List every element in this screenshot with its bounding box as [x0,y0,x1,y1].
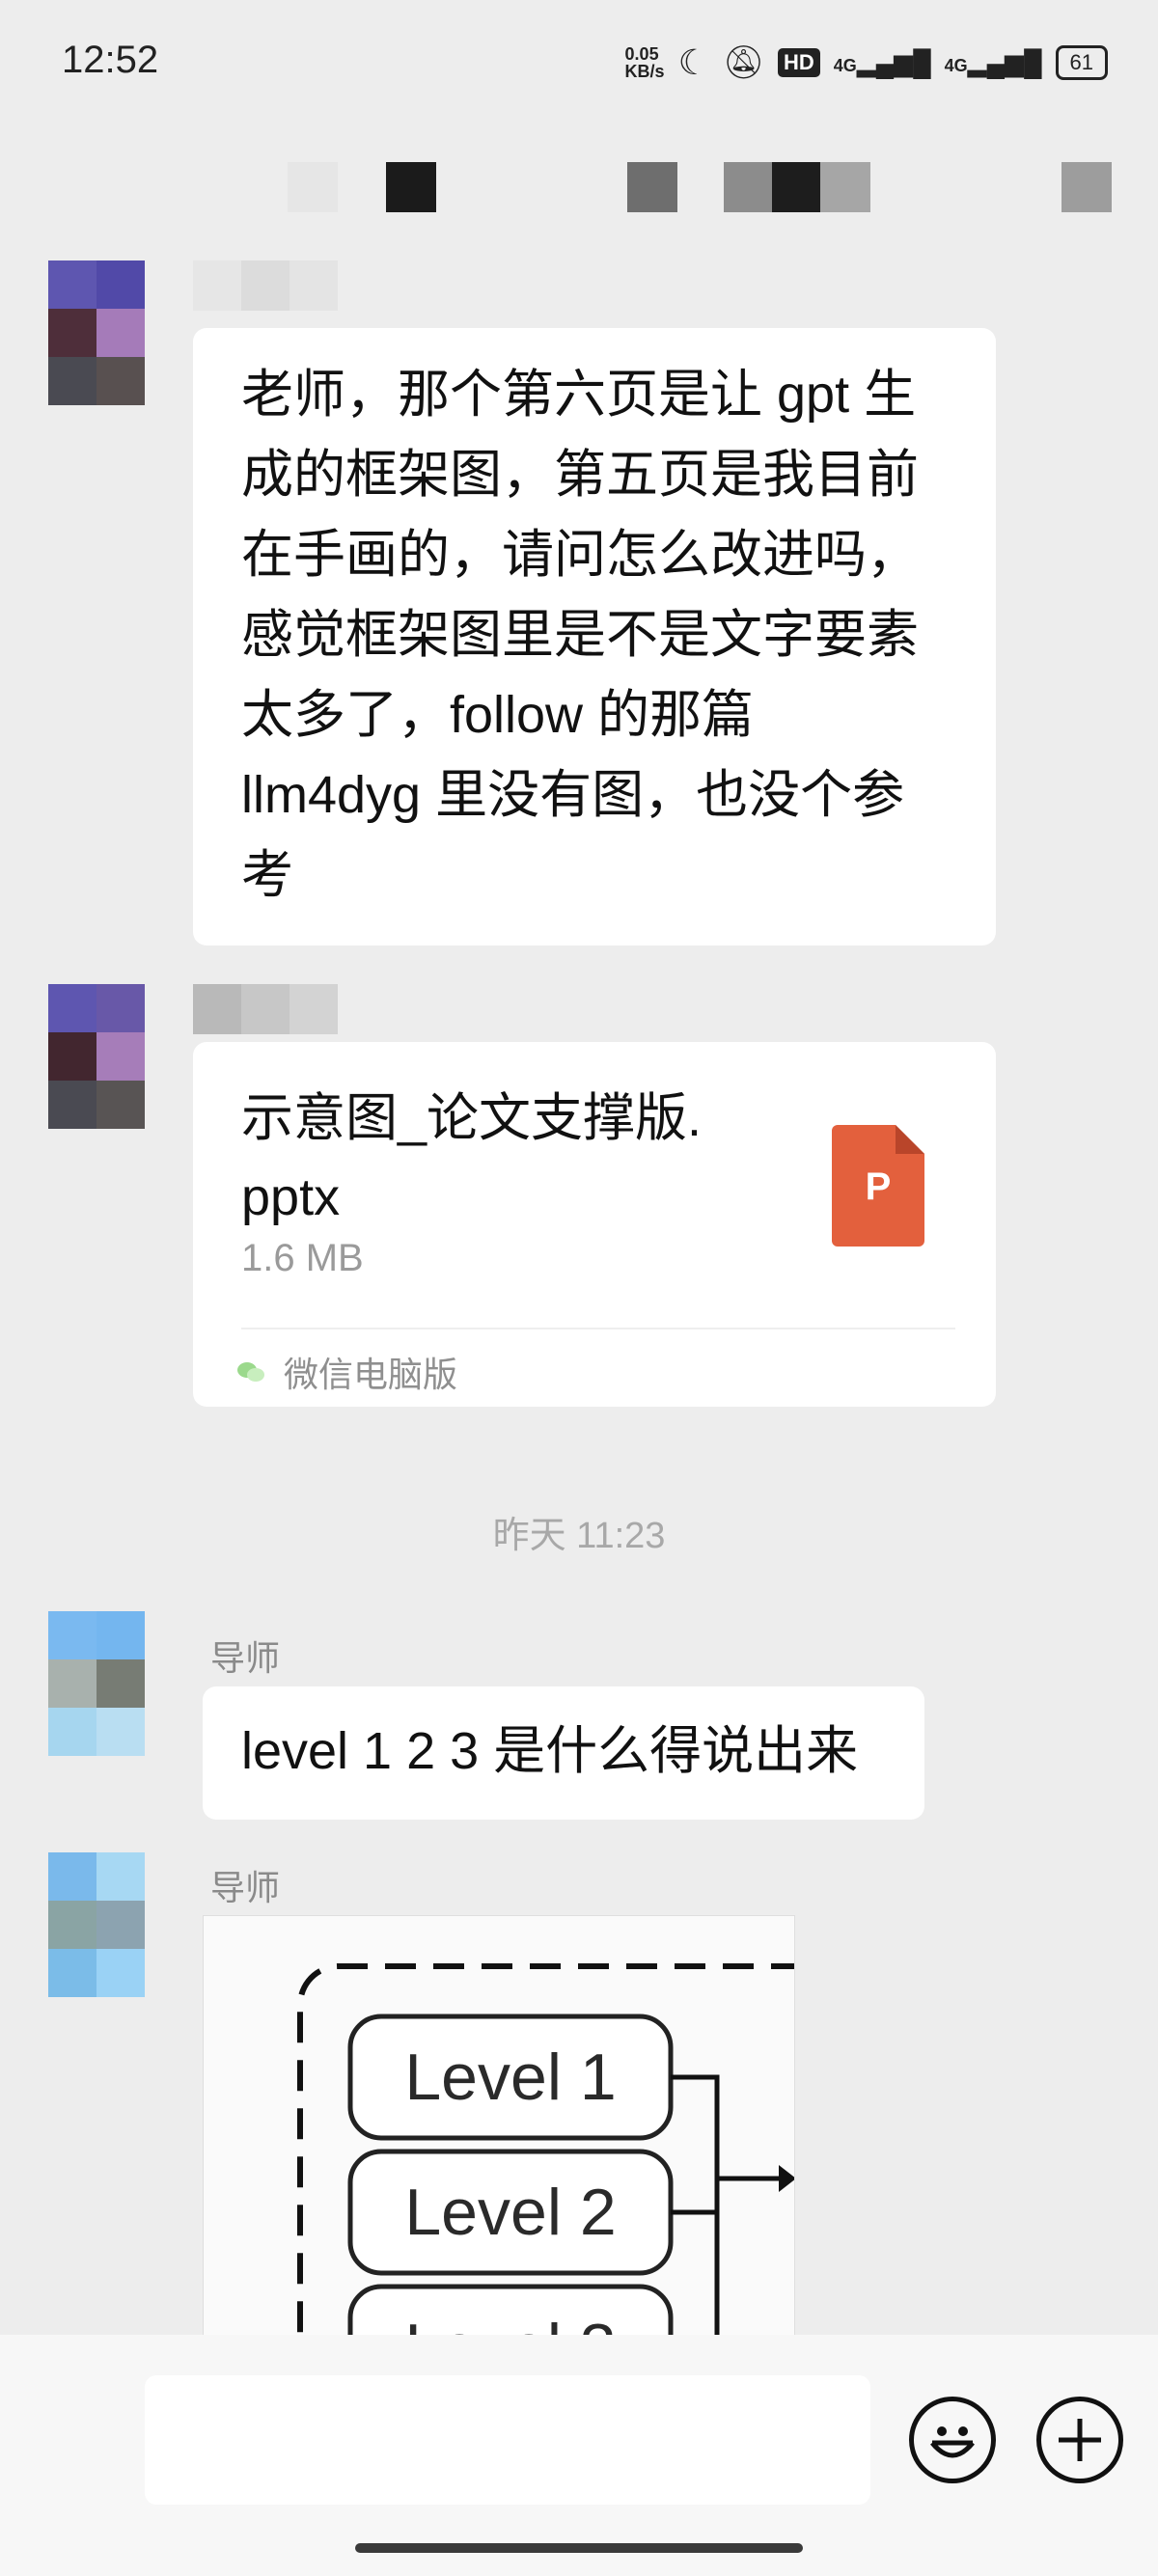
message-line: 在手画的，请问怎么改进吗， [241,526,919,584]
message-line: llm4dyg 里没有图，也没个参 [241,766,905,824]
status-time: 12:52 [62,39,159,81]
avatar[interactable] [48,260,145,357]
avatar-advisor[interactable] [48,1611,145,1708]
divider [241,1328,955,1329]
battery-icon: 61 [1055,45,1108,80]
moon-icon: ☾ [677,42,709,82]
net-speed: 0.05 KB/s [624,44,665,81]
more-button[interactable] [1036,2397,1123,2483]
status-icons: 0.05 KB/s ☾ 🔕︎ HD 4G▂▄▆█ 4G▂▄▆█ 61 [625,42,1108,83]
avatar[interactable] [48,984,145,1081]
home-indicator[interactable] [355,2543,803,2553]
timestamp-divider: 昨天 11:23 [492,1516,666,1556]
message-bubble-text[interactable]: 老师，那个第六页是让 gpt 生 成的框架图，第五页是我目前 在手画的，请问怎么… [193,328,996,945]
emoji-icon [930,2426,975,2458]
plus-icon [1059,2419,1101,2461]
message-bubble-text[interactable]: level 1 2 3 是什么得说出来 [203,1686,924,1820]
emoji-button[interactable] [909,2397,996,2483]
file-name: 示意图_论文支撑版. [241,1089,703,1147]
sender-name-redacted [193,984,338,1034]
file-message-card[interactable]: 示意图_论文支撑版. pptx 1.6 MB P 微信电脑版 [193,1042,996,1407]
ppt-file-icon: P [832,1125,924,1247]
avatar-lower [48,1081,145,1129]
sender-name: 导师 [210,1868,281,1907]
source-label: 微信电脑版 [284,1355,458,1394]
signal-4g-2: 4G▂▄▆█ [944,47,1042,77]
image-message[interactable]: Level 1 Level 2 Level 3 [203,1915,795,2342]
message-line: 太多了，follow 的那篇 [241,686,755,744]
message-text: level 1 2 3 是什么得说出来 [241,1722,859,1780]
message-line: 感觉框架图里是不是文字要素 [241,606,919,664]
avatar-advisor[interactable] [48,1852,145,1949]
source-row: 微信电脑版 [237,1347,457,1397]
ppt-letter: P [865,1165,892,1208]
hd-icon: HD [778,48,820,77]
avatar-lower [48,1708,145,1756]
avatar-lower [48,1949,145,1997]
sender-name-redacted [193,260,338,311]
level-2-label: Level 2 [404,2176,617,2249]
avatar-lower [48,357,145,405]
message-line: 老师，那个第六页是让 gpt 生 [241,366,917,424]
wechat-icon [237,1358,268,1385]
level-1-label: Level 1 [404,2041,617,2114]
message-line: 成的框架图，第五页是我目前 [241,446,919,504]
signal-4g-1: 4G▂▄▆█ [833,47,931,77]
bell-off-icon: 🔕︎ [722,44,765,81]
message-input[interactable] [145,2375,870,2505]
message-line: 考 [241,846,293,904]
sender-name: 导师 [210,1638,281,1678]
file-name-ext: pptx [241,1168,341,1226]
file-size: 1.6 MB [241,1237,364,1279]
